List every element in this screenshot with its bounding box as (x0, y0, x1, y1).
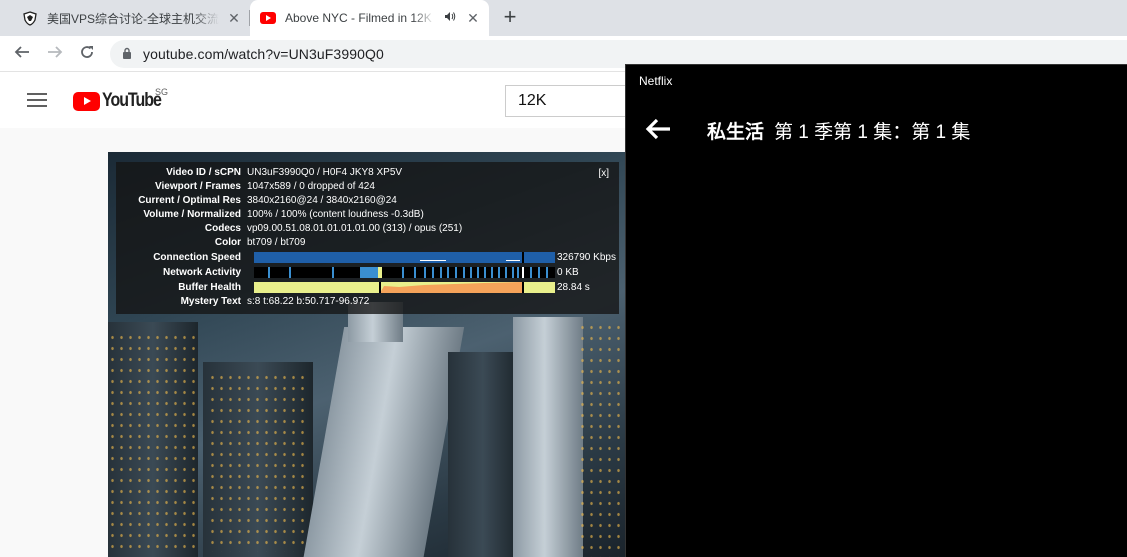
youtube-icon (260, 10, 276, 26)
lock-icon[interactable] (122, 47, 132, 60)
netflix-window: Netflix 私生活第 1 季第 1 集：第 1 集 (625, 64, 1127, 557)
stats-row-connection-speed: Connection Speed (116, 251, 247, 264)
stats-value: 0 KB (557, 267, 579, 278)
stats-row: Codecs vp09.00.51.08.01.01.01.01.00 (313… (116, 222, 462, 235)
stats-row: Color bt709 / bt709 (116, 236, 306, 249)
stats-key: Viewport / Frames (155, 181, 241, 192)
episode-label: 第 1 季第 1 集：第 1 集 (774, 122, 971, 143)
youtube-logo[interactable]: YouTube SG (73, 87, 172, 112)
building (513, 317, 583, 557)
stats-row-network-activity: Network Activity (116, 266, 247, 279)
stats-value: 3840x2160@24 / 3840x2160@24 (247, 195, 397, 206)
youtube-play-icon (73, 91, 100, 111)
network-activity-graph (254, 267, 555, 278)
stats-key: Connection Speed (153, 252, 241, 263)
tab-youtube[interactable]: Above NYC - Filmed in 12K ✕ (250, 0, 489, 36)
stats-key: Codecs (204, 223, 241, 234)
window-lights (578, 322, 628, 557)
url-text[interactable]: youtube.com/watch?v=UN3uF3990Q0 (143, 46, 384, 62)
stats-value: vp09.00.51.08.01.01.01.01.00 (313) / opu… (247, 223, 463, 234)
search-input[interactable]: 12K (505, 85, 635, 117)
stats-close-button[interactable]: [x] (598, 168, 609, 179)
browser-tab-strip: 美国VPS综合讨论-全球主机交流论坛 ✕ Above NYC - Filmed … (0, 0, 1127, 36)
window-title: Netflix (639, 74, 673, 88)
building (448, 352, 518, 557)
stats-row: Mystery Text s:8 t:68.22 b:50.717-96.972 (116, 295, 370, 308)
stats-key: Color (214, 237, 241, 248)
speaker-icon[interactable] (444, 11, 456, 25)
stats-value: 28.84 s (557, 282, 590, 293)
stats-key: Current / Optimal Res (138, 195, 241, 206)
stats-key: Network Activity (163, 267, 241, 278)
region-code: SG (155, 87, 169, 97)
stats-key: Buffer Health (178, 282, 241, 293)
window-lights (108, 332, 198, 552)
connection-speed-graph (254, 252, 555, 263)
new-tab-button[interactable]: + (499, 6, 521, 28)
video-player[interactable]: [x] Video ID / sCPN UN3uF3990Q0 / H0F4 J… (108, 152, 628, 557)
forward-arrow-icon[interactable] (45, 44, 65, 64)
reload-icon[interactable] (77, 44, 97, 64)
stats-for-nerds-panel: [x] Video ID / sCPN UN3uF3990Q0 / H0F4 J… (116, 162, 619, 314)
stats-key: Volume / Normalized (143, 209, 241, 220)
stats-row: Current / Optimal Res 3840x2160@24 / 384… (116, 194, 397, 207)
buffer-health-graph (254, 282, 555, 293)
logo-text: YouTube (102, 90, 162, 111)
window-lights (208, 372, 308, 552)
stats-row: Volume / Normalized 100% / 100% (content… (116, 208, 424, 221)
stats-value: 100% / 100% (content loudness -0.3dB) (247, 209, 424, 220)
close-tab-icon[interactable]: ✕ (226, 10, 242, 26)
close-tab-icon[interactable]: ✕ (465, 10, 481, 26)
stats-row: Viewport / Frames 1047x589 / 0 dropped o… (116, 180, 375, 193)
tab-forum[interactable]: 美国VPS综合讨论-全球主机交流论坛 ✕ (14, 0, 250, 36)
tab-title: 美国VPS综合讨论-全球主机交流论坛 (47, 11, 219, 26)
stats-value: s:8 t:68.22 b:50.717-96.972 (247, 296, 370, 307)
forum-shield-icon (22, 10, 38, 26)
stats-value: 1047x589 / 0 dropped of 424 (247, 181, 375, 192)
stats-row: Video ID / sCPN UN3uF3990Q0 / H0F4 JKY8 … (116, 166, 402, 179)
menu-icon[interactable] (27, 93, 47, 107)
stats-value: UN3uF3990Q0 / H0F4 JKY8 XP5V (247, 167, 403, 178)
back-arrow-icon[interactable] (644, 115, 672, 143)
stats-key: Mystery Text (180, 296, 241, 307)
tab-title: Above NYC - Filmed in 12K (285, 11, 432, 25)
stats-row-buffer-health: Buffer Health (116, 281, 247, 294)
show-title: 私生活 (707, 122, 765, 143)
stats-key: Video ID / sCPN (166, 167, 241, 178)
stats-value: 326790 Kbps (557, 252, 616, 263)
episode-title: 私生活第 1 季第 1 集：第 1 集 (707, 117, 970, 144)
skyscraper (301, 327, 465, 557)
stats-value: bt709 / bt709 (247, 237, 306, 248)
back-arrow-icon[interactable] (12, 44, 32, 64)
